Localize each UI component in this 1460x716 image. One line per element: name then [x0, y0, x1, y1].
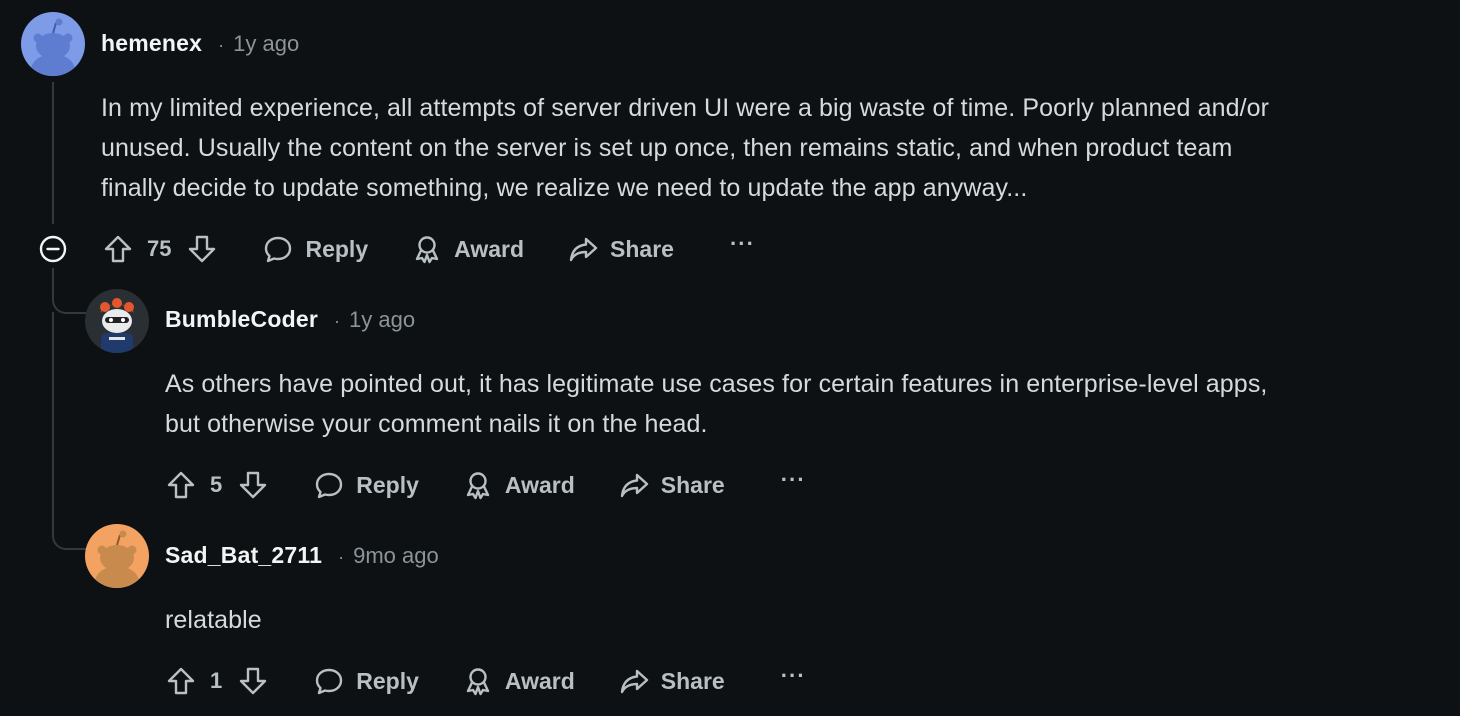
comment-meta: hemenex · 1y ago [101, 30, 299, 57]
avatar[interactable] [85, 289, 149, 353]
vote-score: 5 [210, 472, 223, 497]
comment-body-line: finally decide to update something, we r… [101, 174, 1028, 202]
share-arrow-icon [569, 237, 598, 262]
vote-group: 1 [164, 664, 270, 698]
comment-body-line: unused. Usually the content on the serve… [101, 134, 1233, 162]
share-label: Share [660, 667, 725, 694]
upvote-arrow-icon[interactable] [164, 468, 198, 502]
timestamp[interactable]: 1y ago [349, 307, 415, 333]
share-button[interactable]: Share [619, 666, 725, 696]
reply-label: Reply [356, 471, 419, 498]
award-button[interactable]: Award [412, 234, 524, 264]
comment-meta: BumbleCoder · 1y ago [165, 306, 415, 333]
downvote-arrow-icon[interactable] [236, 468, 270, 502]
comment-body-line: As others have pointed out, it has legit… [165, 370, 1268, 398]
comment-actions: 5 Reply Award Share ··· [164, 463, 806, 507]
thread-connector-reply-1 [52, 268, 86, 314]
username[interactable]: Sad_Bat_2711 [165, 542, 322, 569]
vote-group: 75 [101, 232, 219, 266]
thread-connector-reply-2 [52, 312, 86, 550]
avatar[interactable] [21, 12, 85, 76]
upvote-arrow-icon[interactable] [101, 232, 135, 266]
share-button[interactable]: Share [568, 234, 674, 264]
speech-bubble-icon [316, 668, 343, 695]
comment-body: As others have pointed out, it has legit… [165, 364, 1455, 444]
reply-label: Reply [356, 667, 419, 694]
comment-body: In my limited experience, all attempts o… [101, 88, 1451, 208]
award-button[interactable]: Award [463, 666, 575, 696]
username[interactable]: hemenex [101, 30, 202, 57]
comment-body-line: In my limited experience, all attempts o… [101, 94, 1270, 122]
more-options-button[interactable]: ··· [730, 233, 755, 255]
comment-body-line: relatable [165, 606, 262, 634]
reply-button[interactable]: Reply [314, 470, 419, 500]
upvote-arrow-icon[interactable] [164, 664, 198, 698]
meta-separator: · [334, 311, 340, 331]
award-ribbon-icon [466, 472, 490, 500]
share-label: Share [610, 235, 674, 262]
speech-bubble-icon [316, 472, 343, 499]
award-button[interactable]: Award [463, 470, 575, 500]
comment-thread: hemenex · 1y ago In my limited experienc… [0, 0, 1460, 716]
comment-meta: Sad_Bat_2711 · 9mo ago [165, 542, 439, 569]
meta-separator: · [338, 547, 345, 567]
share-arrow-icon [620, 669, 648, 694]
reply-button[interactable]: Reply [314, 666, 419, 696]
comment-body-line: but otherwise your comment nails it on t… [165, 410, 708, 438]
award-label: Award [504, 667, 575, 694]
downvote-arrow-icon[interactable] [185, 232, 219, 266]
comment-actions: 1 Reply Award Share ··· [164, 659, 806, 703]
reply-button[interactable]: Reply [263, 234, 368, 264]
award-label: Award [454, 235, 525, 262]
reply-label: Reply [305, 235, 369, 262]
share-arrow-icon [620, 473, 648, 498]
award-label: Award [504, 471, 575, 498]
username[interactable]: BumbleCoder [165, 306, 318, 333]
collapse-icon[interactable] [39, 235, 67, 263]
more-options-button[interactable]: ··· [781, 665, 806, 687]
comment-actions: 75 Reply Award Share ··· [101, 227, 755, 271]
vote-score: 75 [147, 236, 172, 261]
comment-body: relatable [165, 600, 1455, 640]
share-label: Share [660, 471, 725, 498]
speech-bubble-icon [265, 236, 292, 263]
timestamp[interactable]: 9mo ago [353, 543, 439, 569]
vote-group: 5 [164, 468, 270, 502]
downvote-arrow-icon[interactable] [236, 664, 270, 698]
share-button[interactable]: Share [619, 470, 725, 500]
more-options-button[interactable]: ··· [781, 469, 806, 491]
vote-score: 1 [210, 668, 223, 693]
thread-line-main [52, 82, 54, 224]
award-ribbon-icon [415, 236, 439, 264]
timestamp[interactable]: 1y ago [233, 31, 299, 57]
avatar[interactable] [85, 524, 149, 588]
award-ribbon-icon [466, 668, 490, 696]
meta-separator: · [218, 35, 225, 55]
